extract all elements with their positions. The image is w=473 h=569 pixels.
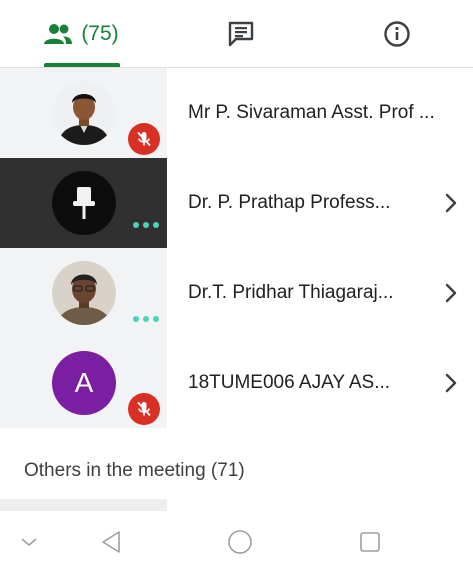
speaking-indicator	[133, 314, 159, 324]
next-participant-tile	[0, 499, 167, 511]
home-icon[interactable]	[226, 528, 254, 556]
tab-bar: (75)	[0, 0, 473, 68]
speaking-indicator	[133, 220, 159, 230]
participant-row[interactable]: A 18TUME006 AJAY AS...	[0, 338, 473, 428]
chevron-down-icon[interactable]	[15, 528, 43, 556]
participant-row[interactable]: Dr. P. Prathap Profess...	[0, 158, 473, 248]
avatar	[52, 261, 116, 325]
tab-people[interactable]: (75)	[0, 0, 162, 68]
participant-row[interactable]: Mr P. Sivaraman Asst. Prof ...	[0, 68, 473, 158]
participant-name: Mr P. Sivaraman Asst. Prof ...	[188, 102, 435, 123]
avatar	[52, 81, 116, 145]
participant-tile: A	[0, 338, 167, 428]
tab-info[interactable]	[320, 0, 473, 68]
avatar-letter: A	[74, 367, 94, 398]
people-icon	[44, 24, 73, 44]
recents-icon[interactable]	[356, 528, 384, 556]
others-section-title: Others in the meeting (71)	[24, 460, 245, 481]
system-nav-bar	[0, 511, 473, 569]
chevron-right-icon[interactable]	[443, 282, 459, 304]
chevron-right-icon[interactable]	[443, 372, 459, 394]
avatar	[52, 171, 116, 235]
chat-icon	[228, 21, 254, 47]
tab-chat[interactable]	[162, 0, 320, 68]
participant-count: (75)	[81, 22, 119, 45]
mic-off-icon	[128, 123, 160, 155]
chevron-right-icon[interactable]	[443, 192, 459, 214]
back-icon[interactable]	[97, 528, 125, 556]
participant-name: 18TUME006 AJAY AS...	[188, 372, 391, 393]
mic-off-icon	[128, 393, 160, 425]
participant-tile	[0, 68, 167, 158]
participant-name: Dr. P. Prathap Profess...	[188, 192, 391, 213]
participant-tile	[0, 248, 167, 338]
avatar: A	[52, 351, 116, 415]
participant-row[interactable]: Dr.T. Pridhar Thiagaraj...	[0, 248, 473, 338]
info-icon	[383, 21, 410, 47]
active-tab-indicator	[44, 63, 120, 67]
participant-name: Dr.T. Pridhar Thiagaraj...	[188, 282, 394, 303]
participant-tile	[0, 158, 167, 248]
